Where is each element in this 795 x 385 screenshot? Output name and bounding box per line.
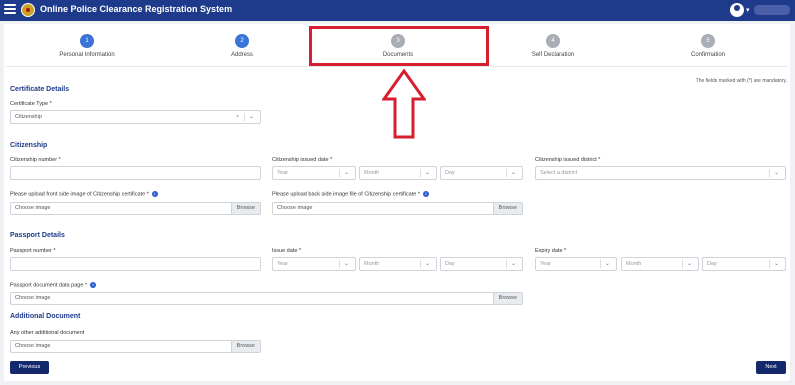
upload-placeholder: Choose image <box>15 205 51 211</box>
day-placeholder: Day <box>707 261 717 267</box>
mandatory-note: The fields marked with (*) are mandatory… <box>695 78 787 84</box>
month-placeholder: Month <box>364 261 380 267</box>
certificate-section-title: Certificate Details <box>10 86 70 93</box>
browse-button[interactable]: Browse <box>230 341 260 352</box>
additional-document-label: Any other additional document <box>10 330 85 336</box>
upload-placeholder: Choose image <box>277 205 313 211</box>
citizenship-front-label-text: Please upload front side image of Citize… <box>10 191 149 198</box>
step-personal-information[interactable]: 1 Personal Information <box>7 34 167 58</box>
step-number: 4 <box>546 34 560 48</box>
certificate-type-select[interactable]: Citizenship × ⌄ <box>10 110 261 124</box>
citizenship-district-select[interactable]: Select a district ⌄ <box>535 166 786 180</box>
chevron-down-icon[interactable]: ⌄ <box>511 258 516 270</box>
chevron-down-icon[interactable]: ⌄ <box>605 258 610 270</box>
chevron-down-icon[interactable]: ⌄ <box>774 258 779 270</box>
citizenship-district-label: Citizenship issued district * <box>535 157 601 163</box>
month-placeholder: Month <box>626 261 642 267</box>
passport-issue-year-select[interactable]: Year ⌄ <box>272 257 356 271</box>
info-icon[interactable]: i <box>151 191 158 197</box>
chevron-down-icon[interactable]: ⌄ <box>425 258 430 270</box>
app-title: Online Police Clearance Registration Sys… <box>40 4 233 14</box>
citizenship-front-upload[interactable]: Choose image Browse <box>10 202 261 215</box>
chevron-down-icon[interactable]: ⌄ <box>249 111 254 123</box>
citizenship-front-label: Please upload front side image of Citize… <box>10 191 158 197</box>
highlight-box <box>309 26 489 66</box>
step-label: Address <box>230 52 253 58</box>
clear-icon[interactable]: × <box>236 111 239 123</box>
passport-number-label: Passport number * <box>10 248 56 254</box>
user-name-blurred[interactable] <box>754 5 790 15</box>
chevron-down-icon[interactable]: ⌄ <box>425 167 430 179</box>
upload-placeholder: Choose image <box>15 295 51 301</box>
chevron-down-icon[interactable]: ⌄ <box>344 167 349 179</box>
passport-issue-date-label: Issue date * <box>272 248 302 254</box>
citizenship-day-select[interactable]: Day ⌄ <box>440 166 523 180</box>
citizenship-year-select[interactable]: Year ⌄ <box>272 166 356 180</box>
passport-expiry-year-select[interactable]: Year ⌄ <box>535 257 617 271</box>
day-placeholder: Day <box>445 261 455 267</box>
step-address[interactable]: 2 Address <box>162 34 322 58</box>
chevron-down-icon[interactable]: ⌄ <box>774 167 779 179</box>
passport-data-page-label: Passport document data page * i <box>10 282 97 289</box>
citizenship-issued-date-label: Citizenship issued date * <box>272 157 333 163</box>
day-placeholder: Day <box>445 170 455 176</box>
citizenship-back-upload[interactable]: Choose image Browse <box>272 202 523 215</box>
arrow-up-icon <box>382 69 426 139</box>
browse-button[interactable]: Browse <box>492 293 522 304</box>
top-bar: Online Police Clearance Registration Sys… <box>0 0 795 21</box>
passport-section-title: Passport Details <box>10 232 65 239</box>
upload-placeholder: Choose image <box>15 343 51 349</box>
additional-document-upload[interactable]: Choose image Browse <box>10 340 261 353</box>
citizenship-back-label-text: Please upload back side image file of Ci… <box>272 191 420 198</box>
next-button[interactable]: Next <box>756 361 786 374</box>
step-number: 5 <box>701 34 715 48</box>
step-self-declaration[interactable]: 4 Self Declaration <box>473 34 633 58</box>
menu-icon[interactable] <box>4 4 16 16</box>
chevron-down-icon[interactable]: ▾ <box>746 6 750 14</box>
stepper-divider <box>6 66 788 67</box>
year-placeholder: Year <box>540 261 552 267</box>
chevron-down-icon[interactable]: ⌄ <box>344 258 349 270</box>
citizenship-back-label: Please upload back side image file of Ci… <box>272 191 429 197</box>
citizenship-number-label: Citizenship number * <box>10 157 61 163</box>
passport-expiry-day-select[interactable]: Day ⌄ <box>702 257 786 271</box>
step-number: 2 <box>235 34 249 48</box>
passport-number-input[interactable] <box>10 257 261 271</box>
step-label: Confirmation <box>690 52 725 58</box>
browse-button[interactable]: Browse <box>230 203 260 214</box>
passport-issue-month-select[interactable]: Month ⌄ <box>359 257 437 271</box>
browse-button[interactable]: Browse <box>492 203 522 214</box>
certificate-type-label: Certificate Type * <box>10 101 52 107</box>
month-placeholder: Month <box>364 170 380 176</box>
additional-section-title: Additional Document <box>10 313 81 320</box>
passport-data-page-label-text: Passport document data page * <box>10 282 88 289</box>
info-icon[interactable]: i <box>90 282 97 288</box>
step-number: 1 <box>80 34 94 48</box>
step-label: Personal Information <box>59 52 115 58</box>
chevron-down-icon[interactable]: ⌄ <box>687 258 692 270</box>
previous-button[interactable]: Previous <box>10 361 49 374</box>
step-label: Self Declaration <box>531 52 575 58</box>
district-placeholder: Select a district <box>540 170 578 176</box>
passport-expiry-month-select[interactable]: Month ⌄ <box>621 257 699 271</box>
passport-issue-day-select[interactable]: Day ⌄ <box>440 257 523 271</box>
year-placeholder: Year <box>277 261 289 267</box>
chevron-down-icon[interactable]: ⌄ <box>511 167 516 179</box>
year-placeholder: Year <box>277 170 289 176</box>
user-icon[interactable] <box>730 3 744 17</box>
info-icon[interactable]: i <box>422 191 429 197</box>
passport-expiry-date-label: Expiry date * <box>535 248 567 254</box>
passport-data-page-upload[interactable]: Choose image Browse <box>10 292 523 305</box>
citizenship-month-select[interactable]: Month ⌄ <box>359 166 437 180</box>
police-logo <box>21 3 35 17</box>
citizenship-number-input[interactable] <box>10 166 261 180</box>
certificate-type-value: Citizenship <box>15 114 42 120</box>
step-confirmation[interactable]: 5 Confirmation <box>628 34 788 58</box>
citizenship-section-title: Citizenship <box>10 142 48 149</box>
